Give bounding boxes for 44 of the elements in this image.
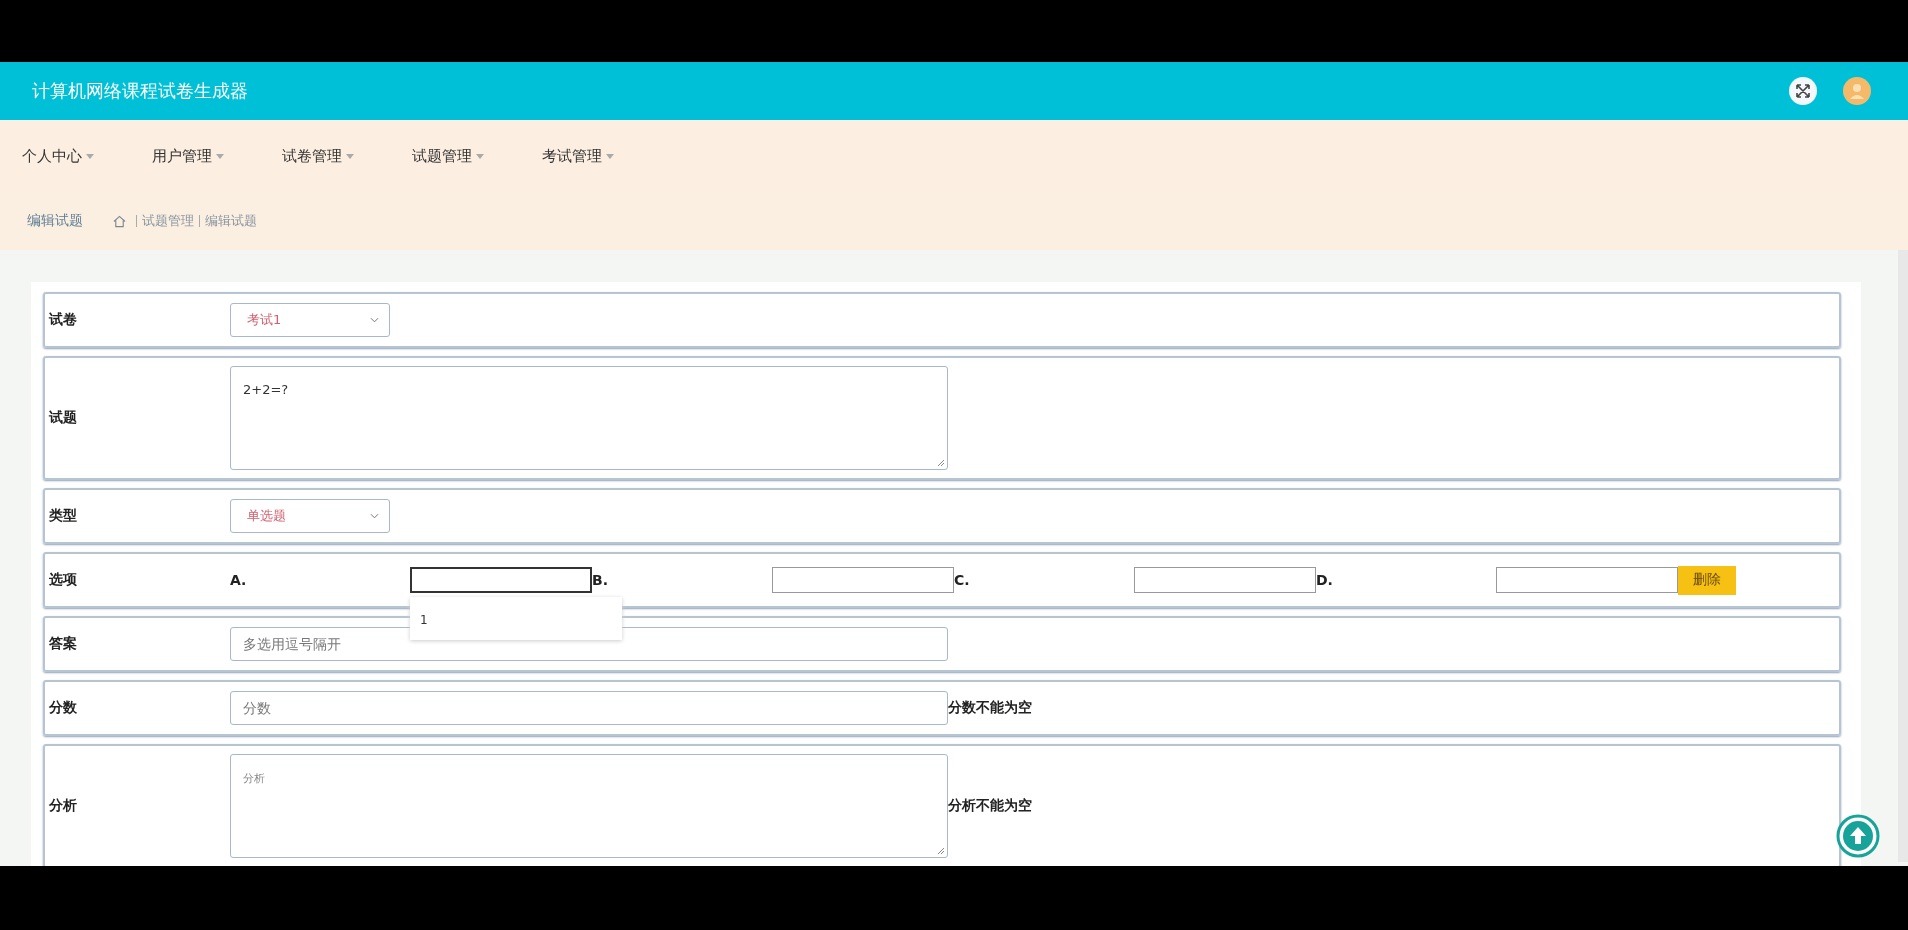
nav-menu-item[interactable]: 用户管理	[152, 140, 248, 172]
field-label: 类型	[49, 507, 78, 525]
nav-menu-item[interactable]: 试题管理	[412, 140, 508, 172]
resize-grip-icon[interactable]	[937, 847, 945, 855]
avatar-icon[interactable]	[1842, 76, 1872, 106]
app-title: 计算机网络课程试卷生成器	[32, 79, 248, 103]
error-message: 分数不能为空	[948, 699, 1032, 717]
option-letter: A.	[230, 572, 248, 588]
nav-menu-item[interactable]: 考试管理	[542, 140, 638, 172]
field-label: 试卷	[49, 311, 78, 329]
caret-icon	[346, 153, 354, 159]
nav-menu-item[interactable]: 个人中心	[22, 140, 118, 172]
caret-icon	[216, 153, 224, 159]
textarea-field[interactable]: 2+2=?	[230, 366, 948, 470]
caret-icon	[606, 153, 614, 159]
caret-icon	[476, 153, 484, 159]
option-letter: D.	[1316, 572, 1334, 588]
caret-icon	[86, 153, 94, 159]
option-input[interactable]	[772, 567, 954, 593]
field-label: 试题	[49, 409, 78, 427]
back-to-top-icon[interactable]	[1836, 814, 1880, 858]
home-icon[interactable]	[113, 214, 126, 228]
field-label: 答案	[49, 635, 78, 653]
chevron-icon	[370, 317, 379, 323]
page-title: 编辑试题	[27, 212, 83, 230]
option-letter: B.	[592, 572, 609, 588]
option-input[interactable]	[410, 567, 592, 593]
textarea-field[interactable]: 分析	[230, 754, 948, 858]
input-field[interactable]: 分数	[230, 691, 948, 725]
field-label: 分析	[49, 797, 78, 815]
nav-menu-item[interactable]: 试卷管理	[282, 140, 378, 172]
option-letter: C.	[954, 572, 971, 588]
option-input[interactable]	[1496, 567, 1678, 593]
error-message: 分析不能为空	[948, 797, 1032, 815]
select-field[interactable]: 单选题	[230, 499, 390, 533]
select-field[interactable]: 考试1	[230, 303, 390, 337]
option-input[interactable]	[1134, 567, 1316, 593]
resize-grip-icon[interactable]	[937, 459, 945, 467]
autocomplete-item[interactable]: 1	[420, 613, 428, 627]
fullscreen-icon[interactable]	[1788, 76, 1818, 106]
field-label: 分数	[49, 699, 78, 717]
chevron-icon	[370, 513, 379, 519]
field-label: 选项	[49, 571, 78, 589]
delete-button[interactable]: 删除	[1678, 565, 1736, 595]
